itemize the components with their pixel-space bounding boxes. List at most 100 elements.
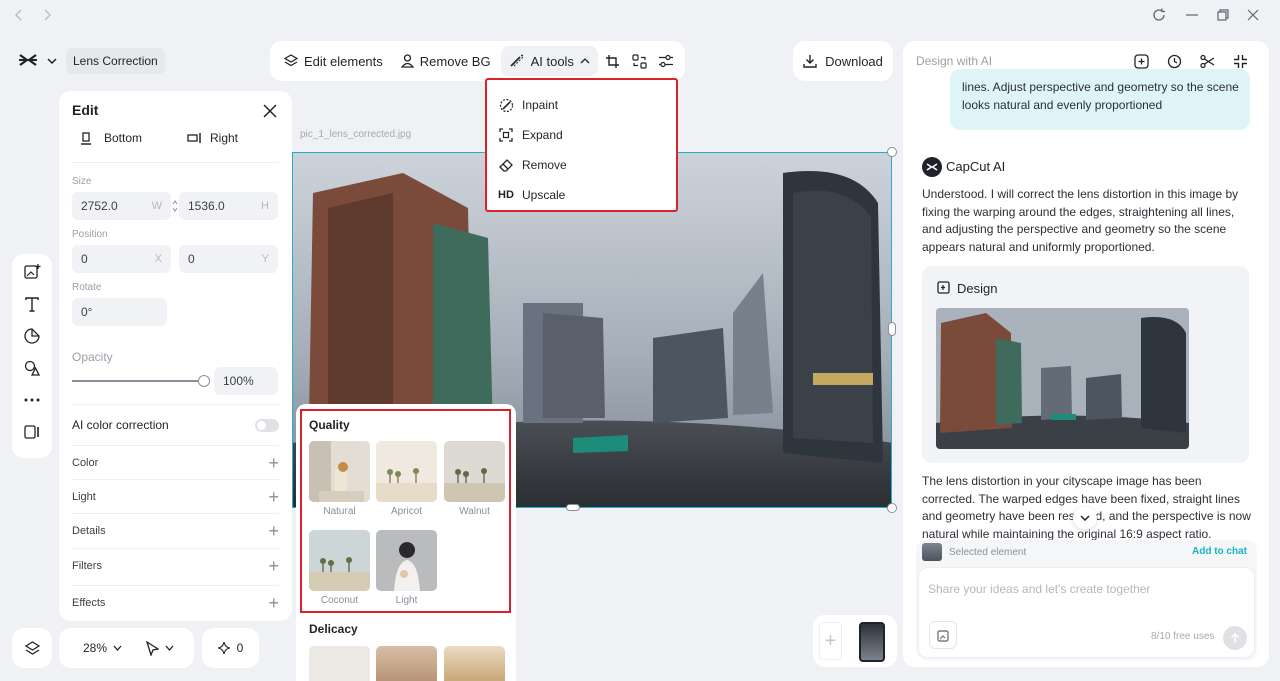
filter-walnut-label: Walnut	[459, 506, 490, 517]
menu-item-inpaint[interactable]: Inpaint	[487, 90, 676, 120]
shapes-icon[interactable]	[20, 358, 44, 378]
opacity-field[interactable]: 100%	[214, 367, 278, 395]
design-result-image[interactable]	[936, 308, 1189, 449]
close-window-icon[interactable]	[1244, 6, 1262, 24]
divider	[72, 162, 279, 163]
media-icon[interactable]	[20, 422, 44, 442]
section-details[interactable]: Details +	[72, 513, 279, 547]
align-bottom-icon	[81, 131, 91, 145]
text-icon[interactable]	[20, 294, 44, 314]
section-filters[interactable]: Filters +	[72, 548, 279, 582]
arrange-button[interactable]	[627, 46, 652, 76]
page-thumbnail[interactable]	[859, 622, 885, 662]
filter-delicacy-1[interactable]	[309, 646, 370, 681]
collapse-icon[interactable]	[1231, 52, 1249, 70]
filter-delicacy-2[interactable]	[376, 646, 437, 681]
width-value: 2752.0	[81, 199, 118, 213]
add-page-button[interactable]: +	[819, 622, 842, 660]
resize-handle-right[interactable]	[888, 322, 896, 336]
align-right-icon	[187, 133, 201, 143]
capcut-logo-icon[interactable]	[17, 51, 39, 69]
plus-icon: +	[268, 592, 279, 613]
refresh-icon[interactable]	[1150, 6, 1168, 24]
project-title[interactable]: Lens Correction	[66, 48, 165, 74]
arrange-icon	[632, 53, 647, 69]
forward-icon[interactable]	[38, 6, 56, 24]
section-color[interactable]: Color +	[72, 445, 279, 479]
ai-tools-menu: Inpaint Expand Remove HD Upscale	[485, 78, 678, 212]
plus-icon: +	[268, 520, 279, 541]
minimize-icon[interactable]	[1183, 6, 1201, 24]
layers-button[interactable]	[12, 628, 52, 668]
filter-light[interactable]	[376, 530, 437, 591]
crop-button[interactable]	[600, 46, 625, 76]
ai-color-correction-toggle[interactable]	[255, 419, 279, 432]
page-strip: +	[813, 615, 897, 667]
zoom-control[interactable]: 28%	[59, 628, 194, 668]
add-to-chat-button[interactable]: Add to chat	[1192, 546, 1247, 557]
chevron-down-icon	[165, 645, 174, 651]
resize-handle-top-right[interactable]	[887, 147, 897, 157]
filter-coconut-label: Coconut	[320, 595, 359, 606]
sparkle-counter[interactable]: 0	[202, 628, 259, 668]
remove-bg-button[interactable]: Remove BG	[393, 46, 499, 76]
download-button[interactable]: Download	[793, 41, 893, 81]
adjust-button[interactable]	[654, 46, 679, 76]
sticker-icon[interactable]	[20, 326, 44, 346]
position-label: Position	[72, 229, 108, 240]
sparkle-count: 0	[236, 641, 244, 655]
filter-apricot-label: Apricot	[390, 506, 423, 517]
resize-handle-bottom[interactable]	[566, 504, 580, 511]
filter-coconut[interactable]	[309, 530, 370, 591]
more-icon[interactable]	[20, 390, 44, 410]
section-effects[interactable]: Effects +	[72, 585, 279, 619]
section-light[interactable]: Light +	[72, 479, 279, 513]
align-right-button[interactable]: Right	[187, 131, 238, 145]
filter-delicacy-3[interactable]	[444, 646, 505, 681]
menu-item-remove[interactable]: Remove	[487, 150, 676, 180]
rotate-value: 0°	[81, 305, 93, 319]
crop-icon	[605, 54, 620, 69]
plus-icon: +	[268, 486, 279, 507]
height-value: 1536.0	[188, 199, 225, 213]
history-icon[interactable]	[1165, 52, 1183, 70]
chevron-down-icon[interactable]	[45, 54, 59, 68]
close-icon[interactable]	[261, 102, 279, 120]
add-image-icon[interactable]	[20, 262, 44, 282]
remove-bg-label: Remove BG	[419, 53, 491, 69]
height-field[interactable]: 1536.0 H	[179, 192, 278, 220]
position-x-value: 0	[81, 252, 88, 266]
share-icon[interactable]	[1198, 52, 1216, 70]
rotate-field[interactable]: 0°	[72, 298, 167, 326]
chat-input-box[interactable]: Share your ideas and let's create togeth…	[918, 567, 1255, 658]
left-tool-rail	[12, 254, 52, 458]
opacity-slider-track[interactable]	[72, 380, 205, 382]
width-field[interactable]: 2752.0 W	[72, 192, 171, 220]
position-y-field[interactable]: 0 Y	[179, 245, 278, 273]
menu-item-upscale[interactable]: HD Upscale	[487, 180, 676, 210]
restore-icon[interactable]	[1214, 6, 1232, 24]
filter-natural[interactable]	[309, 441, 370, 502]
lock-ratio-icon[interactable]	[171, 199, 179, 213]
attach-image-icon[interactable]	[929, 621, 957, 649]
position-y-value: 0	[188, 252, 195, 266]
edit-elements-button[interactable]: Edit elements	[276, 46, 391, 76]
back-icon[interactable]	[10, 6, 28, 24]
ai-tools-button[interactable]: AI tools	[500, 46, 598, 76]
menu-item-expand[interactable]: Expand	[487, 120, 676, 150]
send-button[interactable]	[1223, 626, 1247, 650]
new-chat-icon[interactable]	[1132, 52, 1150, 70]
free-uses-counter: 8/10 free uses	[1151, 631, 1215, 642]
resize-handle-bottom-right[interactable]	[887, 503, 897, 513]
position-x-field[interactable]: 0 X	[72, 245, 171, 273]
design-card[interactable]: Design	[922, 266, 1249, 463]
align-bottom-button[interactable]: Bottom	[81, 131, 142, 145]
chat-composer: Selected element Add to chat Share your …	[916, 540, 1257, 660]
filter-apricot[interactable]	[376, 441, 437, 502]
opacity-slider-handle[interactable]	[198, 375, 210, 387]
brush-icon	[498, 98, 514, 113]
filter-walnut[interactable]	[444, 441, 505, 502]
download-label: Download	[825, 53, 883, 69]
scroll-down-icon[interactable]	[1073, 507, 1097, 529]
filter-panel: Quality Natural Apricot Walnut Coconut L…	[296, 404, 516, 681]
